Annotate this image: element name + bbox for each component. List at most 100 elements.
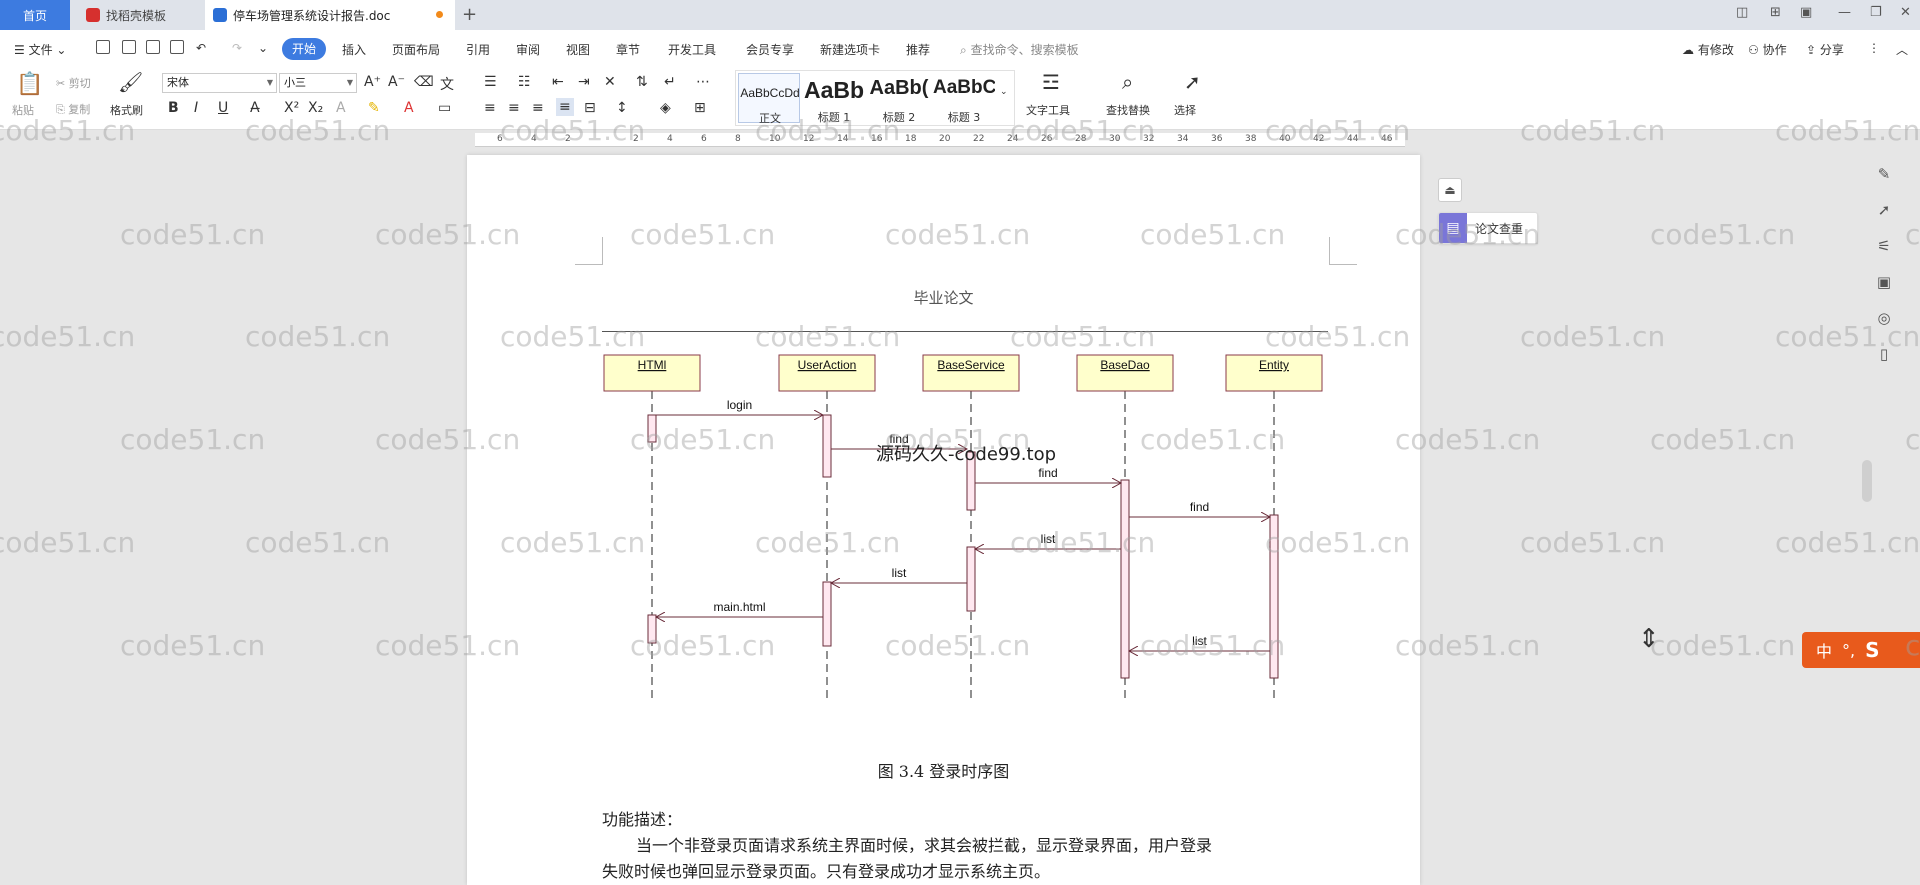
style-gallery-more-icon[interactable]: ⌄ (1000, 87, 1008, 97)
tab-member[interactable]: 会员专享 (746, 41, 794, 58)
tab-document[interactable]: 停车场管理系统设计报告.doc (205, 0, 455, 30)
collapse-ribbon-icon[interactable]: ︿ (1896, 41, 1908, 58)
find-replace-button[interactable]: 查找替换 (1106, 102, 1150, 118)
clear-format-icon[interactable]: ⌫ (414, 74, 434, 90)
copy-button[interactable]: ⎘ 复制 (56, 101, 90, 117)
borders-icon[interactable]: ⊞ (694, 100, 706, 116)
char-border-icon[interactable]: ▭ (438, 100, 451, 116)
text-tools-icon[interactable]: ☲ (1042, 70, 1060, 94)
tab-developer[interactable]: 开发工具 (668, 41, 716, 58)
watermark-text: code51.cn (1650, 218, 1796, 251)
paste-icon[interactable]: 📋 (16, 72, 43, 97)
apps-grid-icon[interactable]: ⊞ (1770, 5, 1781, 20)
undo-icon[interactable]: ↶ (196, 41, 206, 55)
redo-icon[interactable]: ↷ (232, 41, 242, 55)
table-tools-icon[interactable]: ⋯ (696, 74, 710, 90)
tab-start[interactable]: 开始 (282, 38, 326, 60)
distribute-icon[interactable]: ⊟ (584, 100, 596, 116)
increase-indent-icon[interactable]: ⇥ (578, 74, 590, 90)
settings-sliders-icon[interactable]: ⚟ (1874, 237, 1894, 257)
avatar[interactable]: ▣ (1800, 5, 1812, 20)
font-size-select[interactable]: 小三 ▼ (279, 73, 357, 93)
bullet-list-icon[interactable]: ☰ (484, 74, 497, 90)
book-icon[interactable]: ▯ (1874, 345, 1894, 365)
image-tools-icon[interactable]: ▣ (1874, 273, 1894, 293)
input-method-bar[interactable]: 中 °, S (1802, 632, 1920, 668)
align-left-icon[interactable]: ≡ (484, 100, 496, 116)
paper-check-button[interactable]: ▤ 论文查重 (1438, 212, 1538, 244)
more-options-icon[interactable]: ⋮ (1868, 41, 1880, 55)
tab-insert[interactable]: 插入 (342, 41, 366, 58)
show-marks-icon[interactable]: ↵ (664, 74, 676, 90)
text-effect-icon[interactable]: A (336, 100, 346, 116)
tab-view[interactable]: 视图 (566, 41, 590, 58)
align-right-icon[interactable]: ≡ (532, 100, 544, 116)
bold-icon[interactable]: B (168, 100, 179, 116)
phonetic-icon[interactable]: 文 (440, 74, 454, 94)
paste-button[interactable]: 粘贴 (12, 102, 34, 118)
edit-pen-icon[interactable]: ✎ (1874, 165, 1894, 185)
layout-icon[interactable]: ◫ (1736, 5, 1748, 20)
cut-button[interactable]: ✂ 剪切 (56, 75, 91, 91)
resize-cursor-icon: ⇕ (1638, 624, 1660, 654)
tab-chapter[interactable]: 章节 (616, 41, 640, 58)
navigator-icon[interactable]: ◎ (1874, 309, 1894, 329)
tab-page-layout[interactable]: 页面布局 (392, 41, 440, 58)
subscript-icon[interactable]: X₂ (308, 100, 323, 116)
close-icon[interactable]: ✕ (1900, 5, 1911, 20)
print-icon[interactable] (146, 40, 160, 54)
decrease-font-icon[interactable]: A⁻ (388, 74, 405, 90)
format-painter-button[interactable]: 格式刷 (110, 102, 143, 118)
tab-home[interactable]: 首页 (0, 0, 70, 30)
vertical-scrollbar[interactable] (1862, 460, 1872, 502)
file-menu[interactable]: ☰ 文件 ⌄ (14, 41, 66, 58)
tab-review[interactable]: 审阅 (516, 41, 540, 58)
underline-icon[interactable]: U (218, 100, 228, 116)
panel-collapse-icon[interactable]: ⏏ (1438, 178, 1462, 202)
text-tools-button[interactable]: 文字工具 (1026, 102, 1070, 118)
format-painter-icon[interactable]: 🖌 (118, 70, 143, 94)
restore-icon[interactable]: ❐ (1870, 5, 1882, 20)
quick-access-more-icon[interactable]: ⌄ (258, 41, 268, 55)
line-spacing-icon[interactable]: ↕ (616, 100, 628, 116)
style-heading-1[interactable]: AaBb 标题 1 (803, 73, 865, 124)
save-icon[interactable] (96, 40, 110, 54)
numbered-list-icon[interactable]: ☷ (518, 74, 531, 90)
superscript-icon[interactable]: X² (284, 100, 299, 116)
font-color-icon[interactable]: A (404, 100, 414, 116)
style-normal[interactable]: AaBbCcDd 正文 (738, 73, 800, 125)
pointer-icon[interactable]: ➚ (1874, 201, 1894, 221)
decrease-indent-icon[interactable]: ⇤ (552, 74, 564, 90)
minimize-icon[interactable]: — (1838, 5, 1851, 20)
style-heading-2[interactable]: AaBb( 标题 2 (868, 73, 930, 124)
export-icon[interactable] (122, 40, 136, 54)
strikethrough-icon[interactable]: A̶ (250, 100, 260, 116)
tab-new-tab[interactable]: 新建选项卡 (820, 41, 880, 58)
sort-icon[interactable]: ⇅ (636, 74, 648, 90)
tab-recommend[interactable]: 推荐 (906, 41, 930, 58)
changes-button[interactable]: ☁ 有修改 (1682, 41, 1734, 58)
highlight-icon[interactable]: ✎ (368, 100, 380, 116)
tab-references[interactable]: 引用 (466, 41, 490, 58)
style-heading-3[interactable]: AaBbC 标题 3 (933, 73, 995, 124)
align-center-icon[interactable]: ≡ (508, 100, 520, 116)
increase-font-icon[interactable]: A⁺ (364, 74, 381, 90)
find-icon[interactable]: ⌕ (1122, 70, 1133, 94)
italic-icon[interactable]: I (194, 100, 198, 116)
cut-label: 剪切 (68, 77, 91, 90)
activation-bar (822, 414, 832, 478)
command-search[interactable]: ⌕ 查找命令、搜索模板 (960, 41, 1079, 58)
message-arrow: list (831, 566, 967, 583)
font-name-select[interactable]: 宋体 ▼ (162, 73, 277, 93)
justify-icon[interactable]: ≡ (556, 98, 574, 116)
share-button[interactable]: ⇪ 分享 (1806, 41, 1844, 58)
chinese-layout-icon[interactable]: ✕ (604, 74, 616, 90)
horizontal-ruler[interactable]: 6 4 2 2 4 6 8 10 12 14 16 18 20 22 24 26 28 30 32 34 36 38 40 4… (475, 133, 1405, 147)
shading-icon[interactable]: ◈ (660, 100, 671, 116)
tab-template[interactable]: 找稻壳模板 (78, 0, 198, 30)
add-tab-icon[interactable]: + (462, 4, 477, 25)
collab-button[interactable]: ⚇ 协作 (1748, 41, 1787, 58)
print-preview-icon[interactable] (170, 40, 184, 54)
select-cursor-icon[interactable]: ➚ (1184, 70, 1201, 94)
select-button[interactable]: 选择 (1174, 102, 1196, 118)
